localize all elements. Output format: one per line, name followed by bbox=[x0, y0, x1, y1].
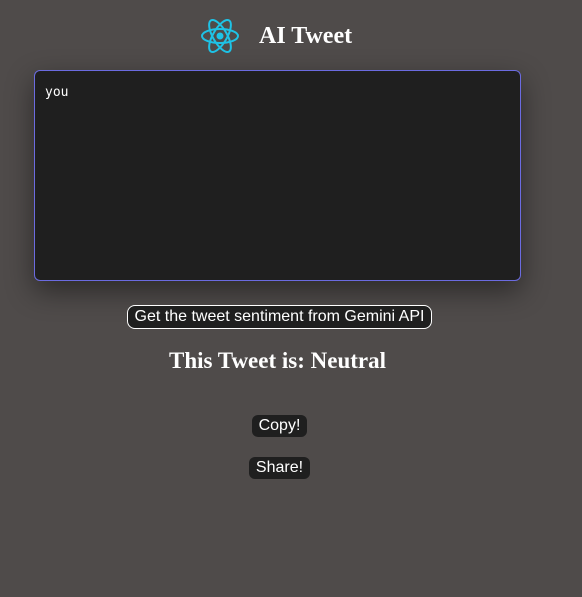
react-atom-icon bbox=[200, 18, 240, 54]
app-header: AI Tweet bbox=[0, 16, 582, 56]
get-sentiment-button[interactable]: Get the tweet sentiment from Gemini API bbox=[127, 305, 432, 329]
tweet-input[interactable]: you bbox=[34, 70, 521, 281]
share-button[interactable]: Share! bbox=[249, 457, 310, 479]
app-title: AI Tweet bbox=[259, 23, 353, 49]
copy-button[interactable]: Copy! bbox=[252, 415, 307, 437]
sentiment-result: This Tweet is: Neutral bbox=[169, 348, 386, 373]
